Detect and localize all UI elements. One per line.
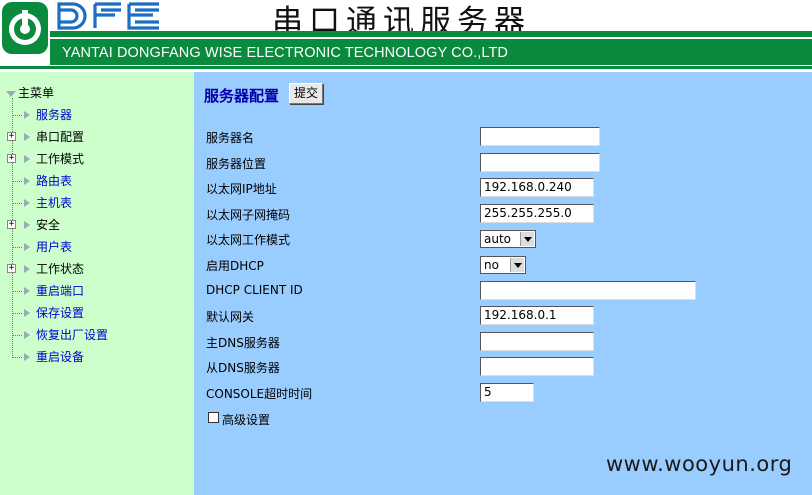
primary-dns-input[interactable]: [480, 331, 594, 351]
dhcp-enable-value: no: [484, 258, 499, 272]
dhcp-client-id-label: DHCP CLIENT ID: [206, 282, 303, 297]
advanced-settings-checkbox[interactable]: [208, 412, 219, 423]
tree-node-icon: [24, 221, 30, 229]
tree-node-icon: [24, 243, 30, 251]
company-name: YANTAI DONGFANG WISE ELECTRONIC TECHNOLO…: [62, 45, 508, 61]
tree-node-icon: [24, 353, 30, 361]
expand-plus-icon[interactable]: +: [7, 132, 16, 141]
sidebar-item-security[interactable]: + 安全: [0, 216, 190, 234]
tree-connector: [12, 115, 22, 116]
sidebar-item-factory-reset[interactable]: 恢复出厂设置: [0, 326, 190, 344]
tree-connector: [12, 203, 22, 204]
sidebar-item-user-table[interactable]: 用户表: [0, 238, 190, 256]
header-band-top: [50, 31, 812, 37]
server-name-label: 服务器名: [206, 131, 255, 145]
sidebar-item-host-table[interactable]: 主机表: [0, 194, 190, 212]
sidebar-item-server[interactable]: 服务器: [0, 106, 190, 124]
sidebar-root-menu[interactable]: 主菜单: [6, 84, 54, 102]
sidebar-item-serial-config[interactable]: + 串口配置: [0, 128, 190, 146]
primary-dns-label: 主DNS服务器: [206, 335, 280, 350]
tree-connector: [12, 247, 22, 248]
dhcp-client-id-input[interactable]: [480, 280, 696, 300]
sidebar-item-label: 安全: [36, 218, 61, 232]
expand-plus-icon[interactable]: +: [7, 220, 16, 229]
expand-down-icon: [6, 90, 16, 97]
sidebar-item-save-settings[interactable]: 保存设置: [0, 304, 190, 322]
watermark: www.wooyun.org: [606, 452, 793, 476]
tree-node-icon: [24, 309, 30, 317]
tree-connector: [12, 313, 22, 314]
dhcp-enable-select[interactable]: no: [480, 256, 526, 274]
expand-plus-icon[interactable]: +: [7, 264, 16, 273]
server-location-input[interactable]: [480, 152, 600, 172]
tree-connector: [12, 291, 22, 292]
eth-mode-label: 以太网工作模式: [206, 233, 291, 248]
sidebar-item-restart-device[interactable]: 重启设备: [0, 348, 190, 366]
page-title: 服务器配置: [204, 87, 280, 105]
tree-node-icon: [24, 155, 30, 163]
tree-connector: [12, 181, 22, 182]
sidebar-item-label: 工作模式: [36, 152, 85, 166]
sidebar-root-label: 主菜单: [18, 86, 55, 100]
tree-connector: [12, 335, 22, 336]
chevron-down-icon[interactable]: [510, 258, 524, 272]
secondary-dns-input[interactable]: [480, 357, 594, 377]
default-gateway-label: 默认网关: [206, 310, 255, 325]
sidebar-item-work-mode[interactable]: + 工作模式: [0, 150, 190, 168]
tree-node-icon: [24, 111, 30, 119]
chevron-down-icon[interactable]: [520, 232, 534, 247]
sidebar-item-label: 保存设置: [36, 306, 85, 320]
sidebar-item-label: 串口配置: [36, 130, 85, 144]
header: 串口通讯服务器 YANTAI DONGFANG WISE ELECTRONIC …: [0, 0, 812, 72]
console-timeout-input[interactable]: 5: [480, 383, 534, 402]
sidebar-item-label: 服务器: [36, 108, 73, 122]
eth-mode-value: auto: [484, 232, 512, 247]
tree-node-icon: [24, 177, 30, 185]
ip-address-input[interactable]: 192.168.0.240: [480, 178, 594, 198]
sidebar-item-label: 工作状态: [36, 262, 85, 276]
sidebar-item-label: 重启端口: [36, 284, 85, 298]
subnet-mask-input[interactable]: 255.255.255.0: [480, 203, 594, 223]
header-divider: [0, 66, 812, 69]
sidebar-item-label: 重启设备: [36, 350, 85, 364]
submit-button[interactable]: 提交: [289, 83, 324, 104]
sidebar-item-label: 用户表: [36, 240, 73, 254]
server-location-label: 服务器位置: [206, 156, 267, 171]
sidebar-item-label: 恢复出厂设置: [36, 328, 109, 342]
sidebar-item-route-table[interactable]: 路由表: [0, 172, 190, 190]
sidebar-item-label: 主机表: [36, 196, 73, 210]
sidebar-item-work-status[interactable]: + 工作状态: [0, 260, 190, 278]
default-gateway-input[interactable]: 192.168.0.1: [480, 306, 594, 326]
expand-plus-icon[interactable]: +: [7, 154, 16, 163]
sidebar-item-label: 路由表: [36, 174, 73, 188]
console-timeout-label: CONSOLE超时时间: [206, 387, 313, 401]
dhcp-enable-label: 启用DHCP: [206, 259, 264, 273]
eth-mode-select[interactable]: auto: [480, 230, 536, 249]
tree-node-icon: [24, 199, 30, 207]
subnet-mask-label: 以太网子网掩码: [206, 207, 291, 222]
dfe-logo-icon: [2, 2, 48, 54]
tree-node-icon: [24, 133, 30, 141]
sidebar-item-restart-port[interactable]: 重启端口: [0, 282, 190, 300]
tree-connector: [12, 357, 22, 358]
server-name-input[interactable]: [480, 127, 600, 146]
tree-node-icon: [24, 331, 30, 339]
advanced-settings-label: 高级设置: [222, 413, 271, 427]
secondary-dns-label: 从DNS服务器: [206, 361, 280, 376]
tree-node-icon: [24, 287, 30, 295]
tree-node-icon: [24, 265, 30, 273]
ip-address-label: 以太网IP地址: [206, 182, 277, 197]
